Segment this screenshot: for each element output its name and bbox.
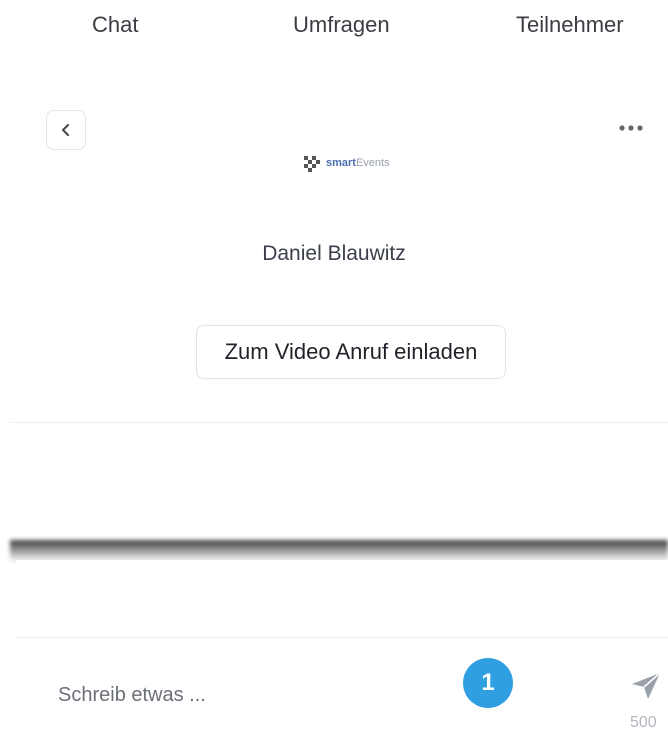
tab-chat[interactable]: Chat [92,12,138,38]
send-button[interactable] [628,670,664,702]
contact-name: Daniel Blauwitz [262,242,406,265]
more-options-button[interactable] [616,118,646,138]
smartevents-logo: smartEvents [302,151,402,175]
ellipsis-icon [619,125,643,131]
paper-plane-icon [632,672,661,699]
tab-bar: Chat Umfragen Teilnehmer [0,0,668,60]
tab-participants[interactable]: Teilnehmer [516,12,624,38]
chevron-left-icon [62,124,69,136]
back-button[interactable] [46,110,86,150]
checkered-flag-icon [304,156,320,172]
character-counter: 500 [630,714,657,731]
tab-polls[interactable]: Umfragen [293,12,390,38]
step-badge: 1 [463,658,513,708]
composer-divider [16,637,668,638]
divider [10,422,668,423]
logo-text: smartEvents [326,157,390,169]
message-input[interactable] [56,676,440,714]
composer-shadow [10,540,668,562]
invite-video-call-button[interactable]: Zum Video Anruf einladen [196,325,506,379]
